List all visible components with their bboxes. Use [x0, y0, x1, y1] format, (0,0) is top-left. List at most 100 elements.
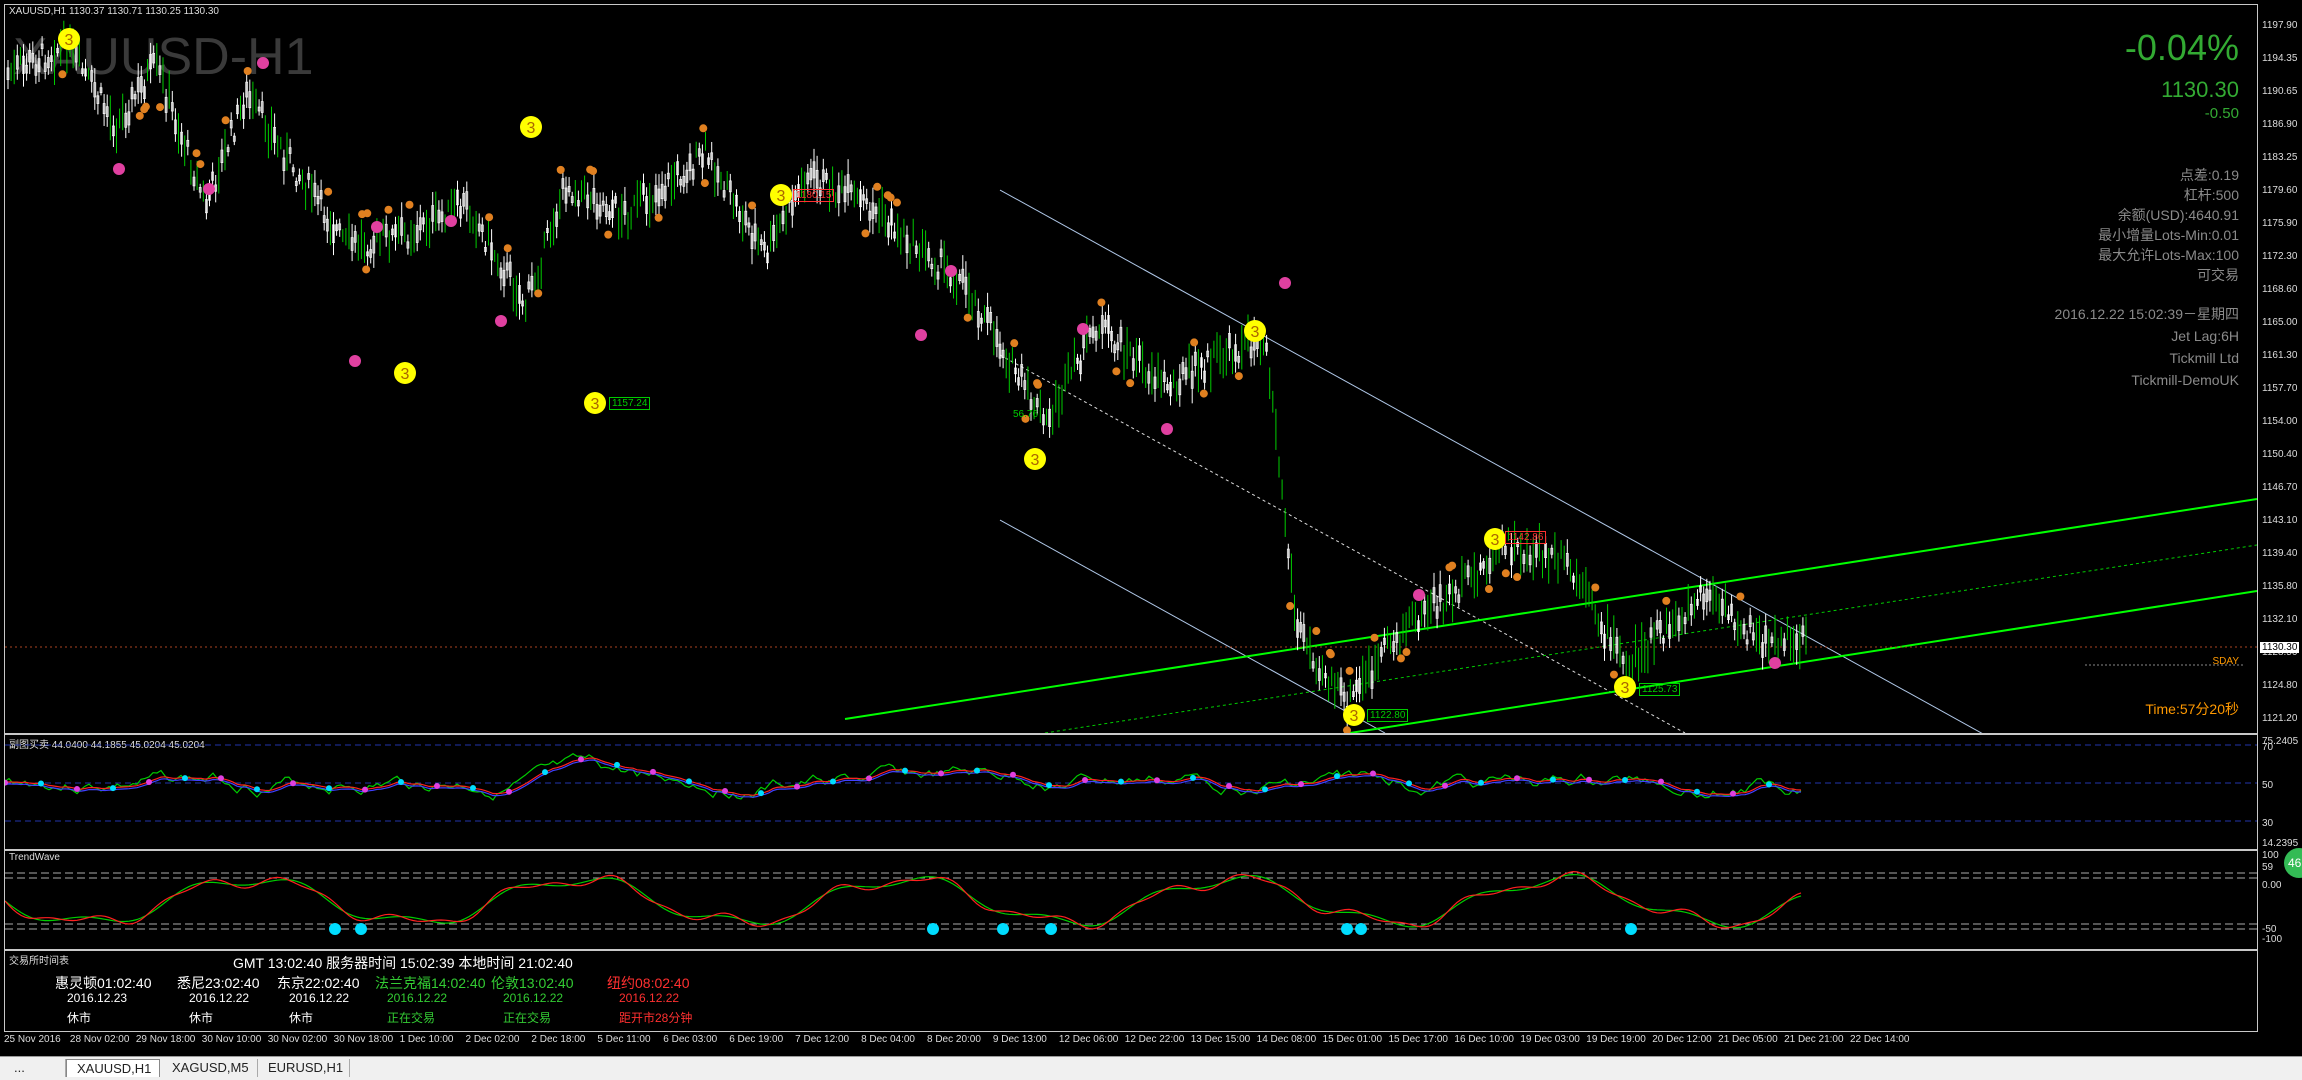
osc1-dot — [74, 785, 80, 792]
level-label-1180: 1180.15 — [793, 189, 835, 202]
osc1-dot — [470, 785, 476, 792]
fractal-marker — [892, 198, 901, 207]
tab-xagusd-m5[interactable]: XAGUSD,M5 — [162, 1059, 258, 1077]
osc1-dot — [938, 770, 944, 777]
wave-marker-label: 3 — [777, 188, 786, 205]
clock-axis — [2258, 950, 2302, 1032]
osc1-signal-line — [5, 757, 1802, 796]
level-label-1157: 1157.24 — [609, 397, 651, 410]
clock-city-status: 休市 — [67, 1011, 92, 1025]
time-axis-tick: 21 Dec 21:00 — [1784, 1034, 1844, 1045]
price-axis-tick: 1135.80 — [2262, 580, 2298, 592]
fractal-marker — [135, 111, 144, 120]
change-percent: -0.04% — [2124, 27, 2239, 68]
fractal-marker — [748, 201, 757, 210]
fractal-marker — [1345, 666, 1354, 675]
osc1-dot — [1010, 771, 1016, 778]
clock-city-name: 悉尼23:02:40 — [177, 975, 260, 991]
time-axis-tick: 14 Dec 08:00 — [1256, 1034, 1317, 1045]
fractal-marker — [1484, 585, 1493, 594]
axis-tick: 14.2395 — [2262, 838, 2299, 849]
fractal-marker — [700, 179, 709, 188]
osc1-dot — [254, 786, 260, 793]
time-axis-tick: 6 Dec 03:00 — [663, 1034, 718, 1045]
sday-label: SDAY — [2212, 656, 2240, 667]
time-axis-tick: 12 Dec 22:00 — [1124, 1034, 1185, 1045]
price-plot[interactable]: 3 3 3 3 3 3 3 3 3 3 — [5, 5, 2257, 733]
fractal-marker — [886, 193, 895, 202]
fractal-marker — [1286, 602, 1295, 611]
time-axis-tick: 19 Dec 03:00 — [1520, 1034, 1580, 1045]
fractal-marker — [1343, 726, 1352, 733]
osc1-dot — [182, 775, 188, 782]
axis-tick: 100 — [2262, 850, 2279, 861]
fractal-marker — [221, 116, 230, 125]
tab-eurusd-h1[interactable]: EURUSD,H1 — [258, 1059, 350, 1077]
price-axis-tick: 1139.40 — [2262, 547, 2298, 559]
fractal-marker — [1034, 380, 1043, 389]
fractal-marker — [1370, 633, 1379, 642]
trendwave-dot — [1045, 923, 1057, 935]
fractal-marker — [1736, 592, 1745, 601]
osc1-fast-line — [5, 752, 1802, 801]
clock-title: 交易所时间表 — [9, 956, 69, 967]
current-price: 1130.30 — [2161, 77, 2239, 102]
clock-header: GMT 13:02:40 服务器时间 15:02:39 本地时间 21:02:4… — [233, 955, 573, 971]
osc1-axis: 75.2405 70 50 30 14.2395 — [2258, 734, 2302, 850]
clock-city-date: 2016.12.22 — [619, 991, 680, 1005]
time-axis-tick: 2 Dec 02:00 — [465, 1034, 520, 1045]
wave-markers-group: 3 3 3 3 3 3 3 3 3 3 — [58, 28, 1781, 733]
price-axis-tick: 1161.30 — [2262, 349, 2298, 361]
time-axis-tick: 30 Nov 02:00 — [267, 1034, 328, 1045]
osc1-dot — [1766, 781, 1772, 788]
trendwave-dot — [1625, 923, 1637, 935]
fractal-marker — [324, 187, 333, 196]
osc1-dot — [146, 778, 152, 785]
time-axis-tick: 20 Dec 12:00 — [1652, 1034, 1712, 1045]
time-axis[interactable]: 25 Nov 2016 28 Nov 02:00 29 Nov 18:00 30 No… — [0, 1032, 2302, 1054]
fractal-marker — [1445, 563, 1454, 572]
pivot-marker — [203, 183, 215, 195]
osc1-dot — [398, 779, 404, 786]
fractal-marker — [1402, 648, 1411, 657]
osc1-plot — [5, 744, 2257, 822]
level-label-1122: 1122.80 — [1367, 709, 1409, 722]
osc1-dot — [506, 788, 512, 795]
clock-city-date: 2016.12.22 — [289, 991, 350, 1005]
wave-marker-label: 3 — [1251, 324, 1260, 341]
clock-city-status: 休市 — [289, 1011, 314, 1025]
time-axis-tick: 28 Nov 02:00 — [69, 1034, 130, 1045]
axis-tick: 30 — [2262, 818, 2274, 829]
level-label-5676: 56.76 — [1013, 409, 1039, 420]
time-axis-tick: 1 Dec 10:00 — [399, 1034, 454, 1045]
osc1-pane[interactable]: 副图买卖 44.0400 44.1855 45.0204 45.0204 — [4, 734, 2258, 850]
osc2-pane[interactable]: TrendWave — [4, 850, 2258, 950]
price-chart-pane[interactable]: XAUUSD,H1 1130.37 1130.71 1130.25 1130.3… — [4, 4, 2258, 734]
osc1-dot — [1154, 777, 1160, 784]
clock-city-name: 法兰克福14:02:40 — [375, 975, 486, 991]
osc1-dot — [758, 790, 764, 797]
fractal-marker — [141, 102, 150, 111]
price-axis-tick: 1190.65 — [2262, 85, 2298, 97]
fractal-marker — [362, 265, 371, 274]
time-axis-tick: 2 Dec 18:00 — [531, 1034, 586, 1045]
axis-tick: 50 — [2262, 780, 2274, 791]
trendwave-dot — [927, 923, 939, 935]
fractal-marker — [1513, 573, 1522, 582]
tab-overflow[interactable]: ... — [4, 1059, 66, 1077]
clock-city-name: 东京22:02:40 — [277, 975, 360, 991]
time-axis-tick: 8 Dec 20:00 — [927, 1034, 981, 1045]
tab-xauusd-h1[interactable]: XAUUSD,H1 — [66, 1059, 160, 1077]
price-axis[interactable]: 1197.90 1194.35 1190.65 1186.90 1183.25 1179.… — [2258, 4, 2302, 734]
price-axis-tick: 1121.20 — [2262, 712, 2298, 724]
time-axis-tick: 6 Dec 19:00 — [729, 1034, 784, 1045]
candles-group — [6, 20, 1807, 733]
account-info: 点差:0.19 杠杆:500 余额(USD):4640.91 最小增量Lots-… — [2098, 165, 2239, 285]
osc2-lines — [5, 870, 1802, 935]
trendwave-dot — [1355, 923, 1367, 935]
wave-marker-label: 3 — [527, 120, 536, 137]
fractal-marker — [58, 70, 67, 79]
fractal-marker — [1312, 627, 1321, 636]
wave-marker-label: 3 — [401, 366, 410, 383]
time-axis-tick: 21 Dec 05:00 — [1718, 1034, 1778, 1045]
